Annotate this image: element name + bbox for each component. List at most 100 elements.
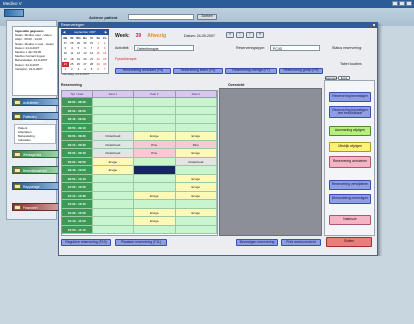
- reservation-cell[interactable]: [175, 98, 217, 106]
- reservation-cell[interactable]: [134, 225, 176, 233]
- reservation-cell[interactable]: [134, 200, 176, 208]
- info-line: Verwijzer: 24-9-2007: [15, 66, 43, 71]
- reservation-cell[interactable]: Ervige: [134, 208, 176, 216]
- time-cell: 10:40 - 11:00: [62, 217, 93, 225]
- time-cell: 08:00 - 08:20: [62, 98, 93, 106]
- app-logo: [4, 9, 24, 17]
- reservation-cell[interactable]: [92, 208, 135, 216]
- reservation-cell[interactable]: [175, 166, 217, 174]
- reservation-cell[interactable]: [134, 157, 176, 165]
- reservation-cell[interactable]: Ervige: [175, 132, 217, 140]
- calendar-day[interactable]: 7: [101, 67, 108, 72]
- reservation-cell[interactable]: [92, 123, 135, 131]
- reservation-cell[interactable]: Pino: [134, 140, 176, 148]
- reservation-cell[interactable]: [92, 174, 135, 182]
- last-week-button[interactable]: »: [256, 32, 264, 38]
- reservation-cell[interactable]: Onderhoud: [92, 132, 135, 140]
- reservation-cell[interactable]: [134, 106, 176, 114]
- reguliere-reservering-button[interactable]: Reguliere reservering (F10): [61, 239, 111, 246]
- reservation-cell[interactable]: Pino: [134, 149, 176, 157]
- verwijderen-button[interactable]: Reservering verwijderen: [329, 180, 371, 190]
- reservation-cell[interactable]: [175, 123, 217, 131]
- patient-input[interactable]: [128, 14, 194, 20]
- reservation-cell[interactable]: [92, 98, 135, 106]
- reservation-cell[interactable]: [92, 106, 135, 114]
- activiteit-select[interactable]: Oefentherapie: [134, 45, 194, 51]
- reservering-overige-button[interactable]: Reservering overige (F7): [225, 68, 277, 74]
- sluiten-button[interactable]: Sluiten: [326, 237, 372, 247]
- maximize-button[interactable]: [399, 1, 405, 6]
- nav-rapportage[interactable]: Rapportage: [12, 182, 59, 190]
- time-cell: 10:50 - 11:10: [62, 225, 93, 233]
- reservation-cell[interactable]: Pino: [175, 140, 217, 148]
- reservation-cell[interactable]: [175, 106, 217, 114]
- reservation-cell[interactable]: [134, 123, 176, 131]
- reservation-cell[interactable]: [175, 225, 217, 233]
- reserveringstype-select[interactable]: PC/ID: [270, 45, 320, 51]
- reservation-cell[interactable]: Ervige: [134, 132, 176, 140]
- reservation-cell[interactable]: [134, 174, 176, 182]
- reservation-cell[interactable]: [134, 166, 176, 174]
- time-cell: 10:10 - 10:30: [62, 191, 93, 199]
- nav-icon: [14, 114, 21, 119]
- calendar-day[interactable]: 6: [95, 67, 102, 72]
- reservation-cell[interactable]: [92, 183, 135, 191]
- reservation-cell[interactable]: [92, 217, 135, 225]
- reservation-cell[interactable]: Ervige: [175, 149, 217, 157]
- calendar-today[interactable]: Vandaag: 24-9-2007: [62, 72, 89, 76]
- reservation-cell[interactable]: [134, 183, 176, 191]
- reservation-cell[interactable]: [92, 115, 135, 123]
- behandeling-button[interactable]: Behandeling bevestigen: [329, 194, 371, 204]
- reservation-cell[interactable]: Ervige: [92, 166, 135, 174]
- dialog-close-button[interactable]: [372, 23, 376, 27]
- reservation-cell[interactable]: Ervige: [175, 183, 217, 191]
- reservation-cell[interactable]: Onderhoud: [92, 140, 135, 148]
- reservation-cell[interactable]: Ervige: [92, 157, 135, 165]
- reservation-cell[interactable]: [175, 217, 217, 225]
- bevestigen-reservering-button[interactable]: Bevestigen reservering: [236, 239, 278, 246]
- reservering-intern-button[interactable]: Reservering intern (F6): [173, 68, 223, 74]
- reservation-cell[interactable]: Ervige: [175, 191, 217, 199]
- next-week-button[interactable]: ›: [246, 32, 254, 38]
- reservation-cell[interactable]: [175, 200, 217, 208]
- nav-financieel[interactable]: Financieel: [12, 203, 59, 211]
- print-weekoverzicht-button[interactable]: Print weekoverzicht: [281, 239, 321, 246]
- reservation-cell[interactable]: Ervige: [134, 191, 176, 199]
- aanmaning-button[interactable]: Aanmaning wijzigen: [329, 126, 371, 136]
- nav-activiteiten[interactable]: Activiteiten: [12, 98, 59, 106]
- reservation-cell[interactable]: Ervige: [175, 208, 217, 216]
- uitstrijk-button[interactable]: Uitstrijk wijzigen: [329, 142, 371, 152]
- reservation-cell[interactable]: [134, 115, 176, 123]
- reservation-cell[interactable]: Ervige: [175, 174, 217, 182]
- reservation-cell[interactable]: Onderhoud: [175, 157, 217, 165]
- time-cell: 08:30 - 08:50: [62, 106, 93, 114]
- patient-label: Actieve patient: [89, 15, 118, 20]
- next-month-icon[interactable]: ▶: [105, 30, 107, 34]
- nav-patienten[interactable]: Patienten behandelingen: [12, 112, 59, 123]
- plaatsen-reservering-button[interactable]: Plaatsen reservering (F11): [115, 239, 167, 246]
- zoeken-button[interactable]: Zoeken: [197, 14, 217, 20]
- reservering-ambulant-button[interactable]: Reservering ambulant (F5): [115, 68, 171, 74]
- reservation-cell[interactable]: [92, 191, 135, 199]
- reservation-cell[interactable]: [134, 98, 176, 106]
- table-row: 08:00 - 08:20: [62, 98, 217, 107]
- reservation-cell[interactable]: Onderhoud: [92, 149, 135, 157]
- reservation-cell[interactable]: [175, 115, 217, 123]
- nav-beschikbaarheid[interactable]: Beschikbaarheid: [12, 166, 59, 174]
- subitem-indicaties[interactable]: Indicaties: [18, 138, 52, 142]
- prev-week-button[interactable]: ‹: [236, 32, 244, 38]
- reservering-groep-button[interactable]: Reservering groep (F8): [279, 68, 323, 74]
- week-label: Week:: [115, 33, 130, 39]
- reservation-cell[interactable]: [92, 200, 135, 208]
- bevestigen-nb-button[interactable]: Reservering bevestigen niet beschikbaar: [329, 106, 371, 118]
- minimize-button[interactable]: [392, 1, 398, 6]
- first-week-button[interactable]: «: [226, 32, 234, 38]
- bevestigen-button[interactable]: Reservering bevestigen: [329, 92, 371, 102]
- reservation-cell[interactable]: [92, 225, 135, 233]
- reservation-cell[interactable]: Ervige: [134, 217, 176, 225]
- prev-month-icon[interactable]: ◀: [63, 30, 65, 34]
- nav-werkagenda[interactable]: Werkagenda: [12, 150, 59, 158]
- annuleren-button[interactable]: Reservering annuleren: [329, 156, 371, 168]
- close-button[interactable]: [406, 1, 412, 6]
- nakeuze-button[interactable]: Nakeuze: [329, 215, 371, 225]
